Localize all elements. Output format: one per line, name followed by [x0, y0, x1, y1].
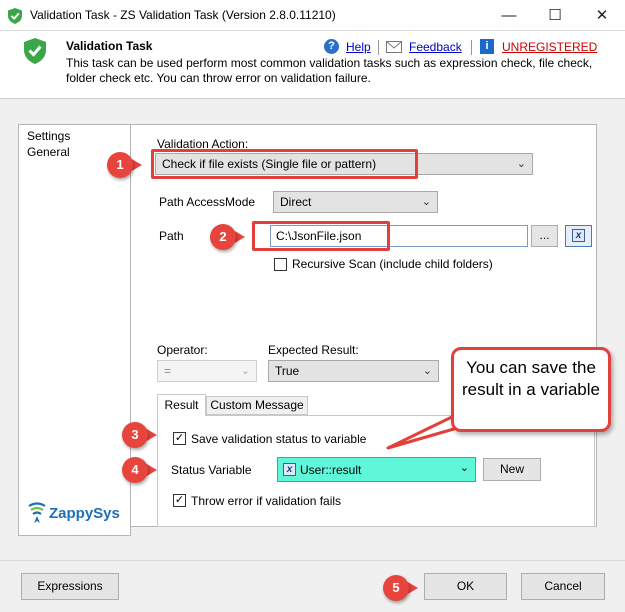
highlight-box: [151, 149, 418, 179]
chevron-down-icon: ⌄: [421, 196, 431, 208]
recursive-scan-label: Recursive Scan (include child folders): [292, 257, 493, 271]
close-button[interactable]: ✕: [579, 0, 625, 31]
step-badge-2: 2: [210, 224, 236, 250]
expected-result-value: True: [275, 364, 300, 378]
status-variable-dropdown[interactable]: x User::result ⌄: [277, 457, 476, 482]
step-badge-5: 5: [383, 575, 409, 601]
tab-custom-message[interactable]: Custom Message: [206, 396, 308, 415]
task-description: This task can be used perform most commo…: [66, 56, 593, 85]
throw-error-checkbox[interactable]: ✓: [173, 494, 186, 507]
unregistered-link[interactable]: UNREGISTERED: [502, 40, 597, 54]
expected-result-label: Expected Result:: [268, 343, 359, 357]
save-status-checkbox[interactable]: ✓: [173, 432, 186, 445]
maximize-button[interactable]: ☐: [532, 0, 578, 31]
envelope-icon: [386, 41, 402, 53]
tab-result[interactable]: Result: [157, 394, 206, 416]
operator-dropdown[interactable]: = ⌄: [157, 360, 257, 382]
highlight-box: [252, 221, 390, 251]
expression-button[interactable]: x: [565, 225, 592, 247]
chevron-down-icon: ⌄: [459, 462, 469, 474]
nav-item-settings[interactable]: Settings: [27, 129, 70, 143]
browse-button[interactable]: ...: [531, 225, 558, 247]
chevron-down-icon: ⌄: [240, 365, 250, 377]
variable-icon: x: [283, 463, 296, 476]
shield-check-icon: [8, 8, 22, 24]
operator-label: Operator:: [157, 343, 208, 357]
expected-result-dropdown[interactable]: True ⌄: [268, 360, 439, 382]
save-status-label: Save validation status to variable: [191, 432, 367, 446]
task-header: Validation Task ? Help Feedback i UNREGI…: [0, 31, 625, 99]
step-badge-1: 1: [107, 152, 133, 178]
footer-divider: [0, 560, 625, 561]
chevron-down-icon: ⌄: [516, 158, 526, 170]
recursive-scan-checkbox[interactable]: [274, 258, 287, 271]
title-bar: Validation Task - ZS Validation Task (Ve…: [0, 0, 625, 31]
new-variable-button[interactable]: New: [483, 458, 541, 481]
path-access-mode-value: Direct: [280, 195, 312, 209]
feedback-link[interactable]: Feedback: [409, 40, 462, 54]
shield-check-icon: [24, 38, 46, 64]
step-badge-4: 4: [122, 457, 148, 483]
throw-error-label: Throw error if validation fails: [191, 494, 342, 508]
operator-value: =: [164, 364, 172, 378]
callout-bubble: You can save the result in a variable: [451, 347, 611, 432]
settings-nav: Settings General ZappySys: [18, 124, 131, 536]
info-icon: i: [480, 39, 494, 54]
minimize-button[interactable]: —: [486, 0, 532, 31]
cancel-button[interactable]: Cancel: [521, 573, 605, 600]
help-link[interactable]: Help: [346, 40, 371, 54]
status-variable-value: User::result: [300, 463, 362, 477]
chevron-down-icon: ⌄: [422, 365, 432, 377]
zappysys-logo-text: ZappySys: [49, 505, 120, 522]
status-variable-label: Status Variable: [171, 463, 252, 477]
help-icon[interactable]: ?: [324, 39, 339, 54]
window-title: Validation Task - ZS Validation Task (Ve…: [30, 8, 336, 22]
ok-button[interactable]: OK: [424, 573, 507, 600]
path-access-mode-dropdown[interactable]: Direct ⌄: [273, 191, 438, 213]
divider: [471, 40, 472, 55]
expressions-button[interactable]: Expressions: [21, 573, 119, 600]
path-access-mode-label: Path AccessMode: [159, 195, 256, 209]
task-title: Validation Task: [66, 39, 153, 53]
step-badge-3: 3: [122, 422, 148, 448]
expression-icon: x: [572, 229, 585, 242]
divider: [378, 40, 379, 55]
path-label: Path: [159, 229, 184, 243]
nav-item-general[interactable]: General: [27, 145, 70, 159]
zappysys-logo-icon: [28, 502, 46, 523]
